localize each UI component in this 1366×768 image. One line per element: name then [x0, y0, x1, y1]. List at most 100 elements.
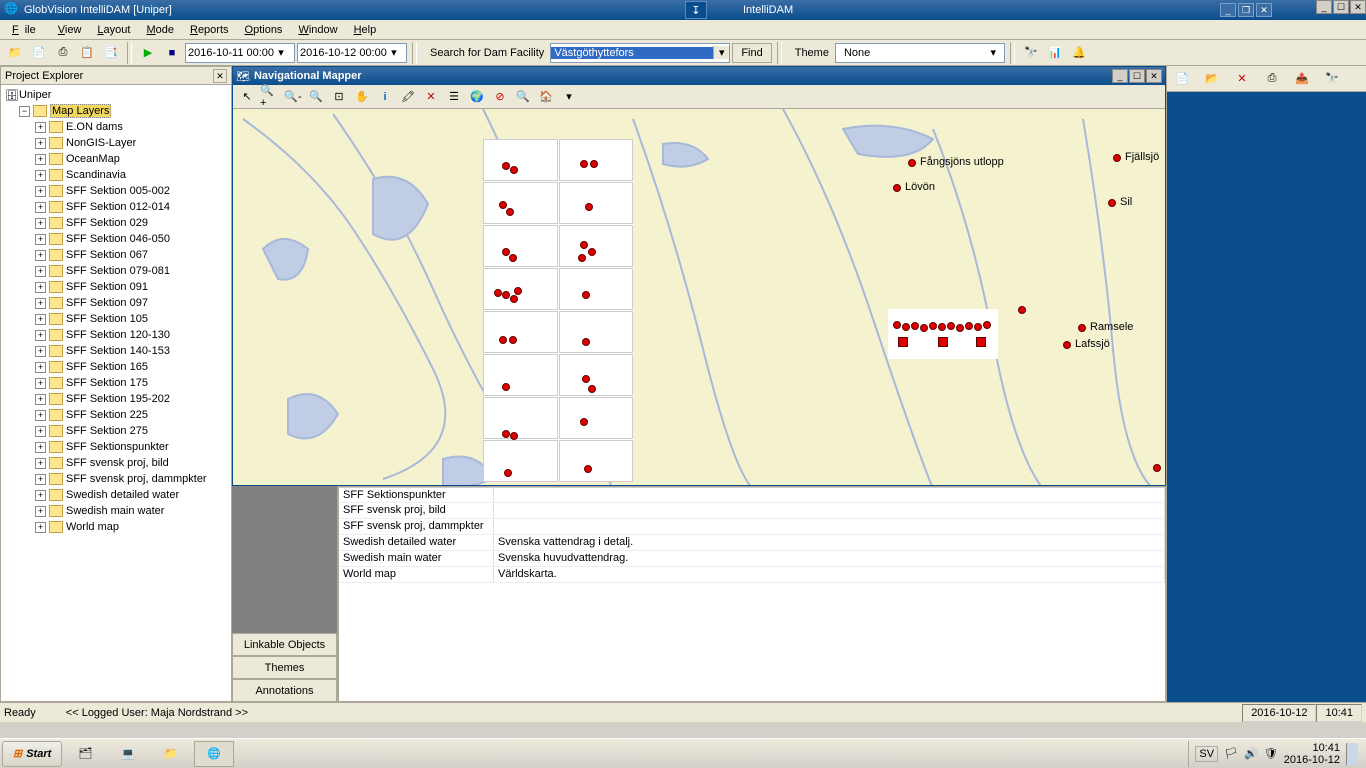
expand-icon[interactable]: + — [35, 490, 46, 501]
map-close[interactable]: ✕ — [1146, 69, 1162, 83]
anchor-icon[interactable]: ↧ — [685, 1, 707, 19]
expand-icon[interactable]: + — [35, 410, 46, 421]
chart-icon[interactable]: 📊 — [1044, 42, 1066, 64]
tree-item[interactable]: +SFF Sektionspunkter — [3, 439, 229, 455]
zoom-fit-icon[interactable]: ⊡ — [328, 86, 350, 108]
minimize-button[interactable]: _ — [1220, 3, 1236, 17]
dam-marker[interactable] — [908, 159, 916, 167]
expand-icon[interactable]: + — [35, 154, 46, 165]
outer-close-button[interactable]: ✕ — [1350, 0, 1366, 14]
menu-mode[interactable]: Mode — [140, 22, 180, 38]
tree-item[interactable]: +Scandinavia — [3, 167, 229, 183]
table-row[interactable]: Swedish main waterSvenska huvudvattendra… — [339, 551, 1165, 567]
print-icon[interactable]: ⎙ — [1261, 68, 1283, 90]
tool-btn-3[interactable]: ⎙ — [52, 42, 74, 64]
expand-icon[interactable]: + — [35, 378, 46, 389]
menu-options[interactable]: Options — [239, 22, 289, 38]
tree-item[interactable]: +Swedish detailed water — [3, 487, 229, 503]
tray-flag-icon[interactable]: 🏳 — [1224, 747, 1238, 760]
expand-icon[interactable]: + — [35, 122, 46, 133]
expand-icon[interactable]: + — [35, 426, 46, 437]
tree-item[interactable]: +SFF Sektion 120-130 — [3, 327, 229, 343]
expand-icon[interactable]: + — [35, 346, 46, 357]
menu-view[interactable]: View — [52, 22, 88, 38]
pan-icon[interactable]: ✋ — [351, 86, 373, 108]
dropdown-icon[interactable]: ▾ — [558, 86, 580, 108]
tree-item[interactable]: +SFF Sektion 067 — [3, 247, 229, 263]
tray-clock[interactable]: 10:41 2016-10-12 — [1284, 742, 1340, 766]
annotations-button[interactable]: Annotations — [232, 679, 337, 702]
dam-marker[interactable] — [1063, 341, 1071, 349]
table-row[interactable]: World mapVärldskarta. — [339, 567, 1165, 583]
tree-item[interactable]: +SFF Sektion 046-050 — [3, 231, 229, 247]
home-icon[interactable]: 🏠 — [535, 86, 557, 108]
tree-item[interactable]: +SFF Sektion 140-153 — [3, 343, 229, 359]
tree-item[interactable]: +SFF Sektion 175 — [3, 375, 229, 391]
tree-item[interactable]: +SFF Sektion 105 — [3, 311, 229, 327]
delete-icon[interactable]: ✕ — [1231, 68, 1253, 90]
dam-marker[interactable] — [1153, 464, 1161, 472]
new-icon[interactable]: 📄 — [1171, 68, 1193, 90]
tree-folder-maplayers[interactable]: − Map Layers — [3, 103, 229, 119]
chevron-down-icon[interactable]: ▾ — [713, 46, 729, 59]
tree-item[interactable]: +SFF Sektion 225 — [3, 407, 229, 423]
expand-icon[interactable]: + — [35, 506, 46, 517]
table-row[interactable]: SFF svensk proj, dammpkter — [339, 519, 1165, 535]
tree-item[interactable]: +SFF Sektion 029 — [3, 215, 229, 231]
dam-marker[interactable] — [893, 184, 901, 192]
task-item[interactable]: 🗂 — [65, 741, 105, 767]
dam-marker[interactable] — [1108, 199, 1116, 207]
tree-root[interactable]: 🗄 Uniper — [3, 87, 229, 103]
tree-item[interactable]: +SFF Sektion 275 — [3, 423, 229, 439]
tool-btn-5[interactable]: 📑 — [100, 42, 122, 64]
find-button[interactable]: Find — [732, 43, 771, 63]
search-combo[interactable]: Västgöthyttefors ▾ — [550, 43, 730, 63]
outer-minimize-button[interactable]: _ — [1316, 0, 1332, 14]
tree-item[interactable]: +SFF Sektion 005-002 — [3, 183, 229, 199]
refresh-icon[interactable]: 🔍 — [512, 86, 534, 108]
open-icon[interactable]: 📂 — [1201, 68, 1223, 90]
tool-btn-1[interactable]: 📁 — [4, 42, 26, 64]
expand-icon[interactable]: + — [35, 458, 46, 469]
expand-icon[interactable]: + — [35, 362, 46, 373]
binoculars-icon[interactable]: 🔭 — [1020, 42, 1042, 64]
tree-item[interactable]: +SFF Sektion 165 — [3, 359, 229, 375]
layers-icon[interactable]: ☰ — [443, 86, 465, 108]
play-button[interactable]: ▶ — [137, 42, 159, 64]
task-item-intellidam[interactable]: 🌐 — [194, 741, 234, 767]
dam-marker[interactable] — [1113, 154, 1121, 162]
project-explorer-close[interactable]: ✕ — [213, 69, 227, 83]
start-button[interactable]: ⊞ Start — [2, 741, 62, 767]
tree-item[interactable]: +SFF Sektion 012-014 — [3, 199, 229, 215]
menu-window[interactable]: Window — [292, 22, 343, 38]
forbidden-icon[interactable]: ⊘ — [489, 86, 511, 108]
bell-icon[interactable]: 🔔 — [1068, 42, 1090, 64]
date-to-input[interactable]: 2016-10-12 00:00▾ — [297, 43, 407, 63]
delete-icon[interactable]: ✕ — [420, 86, 442, 108]
expand-icon[interactable]: + — [35, 218, 46, 229]
tree-item[interactable]: +Swedish main water — [3, 503, 229, 519]
close-button[interactable]: ✕ — [1256, 3, 1272, 17]
expand-icon[interactable]: + — [35, 314, 46, 325]
outer-maximize-button[interactable]: ☐ — [1333, 0, 1349, 14]
expand-icon[interactable]: + — [35, 186, 46, 197]
tree[interactable]: 🗄 Uniper − Map Layers +E.ON dams+NonGIS-… — [1, 85, 231, 701]
expand-icon[interactable]: + — [35, 250, 46, 261]
dam-marker[interactable] — [1018, 306, 1026, 314]
tree-item[interactable]: +OceanMap — [3, 151, 229, 167]
pointer-icon[interactable]: ↖ — [236, 86, 258, 108]
tree-item[interactable]: +NonGIS-Layer — [3, 135, 229, 151]
expand-icon[interactable]: + — [35, 202, 46, 213]
map-minimize[interactable]: _ — [1112, 69, 1128, 83]
expand-icon[interactable]: + — [35, 138, 46, 149]
find-icon[interactable]: 🔭 — [1321, 68, 1343, 90]
dam-marker[interactable] — [1078, 324, 1086, 332]
expand-icon[interactable]: + — [35, 170, 46, 181]
map-canvas[interactable]: Fångsjöns utloppLövönFjällsjöSilRamseleL… — [233, 109, 1165, 485]
expand-icon[interactable]: + — [35, 298, 46, 309]
linkable-objects-button[interactable]: Linkable Objects — [232, 633, 337, 656]
expand-icon[interactable]: + — [35, 522, 46, 533]
tree-item[interactable]: +World map — [3, 519, 229, 535]
task-item[interactable]: 📁 — [151, 741, 191, 767]
themes-button[interactable]: Themes — [232, 656, 337, 679]
